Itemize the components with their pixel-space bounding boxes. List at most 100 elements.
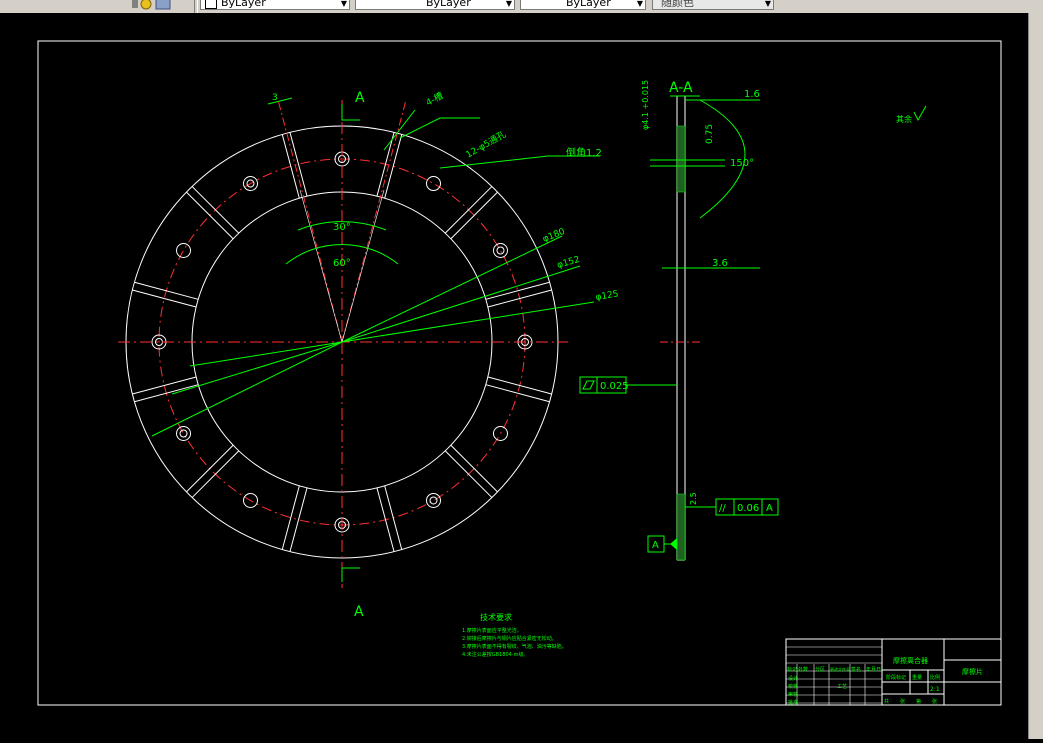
tb-row-label: 分区 xyxy=(815,666,825,673)
bolt-hole xyxy=(426,492,441,508)
slot-edge xyxy=(376,132,395,197)
plotstyle-combo[interactable]: 随颜色 ▼ xyxy=(652,0,774,10)
slot-edge xyxy=(384,134,403,199)
combo-arrow-icon xyxy=(132,0,138,8)
slot-edge xyxy=(134,384,199,403)
slot-edge xyxy=(384,485,403,550)
phi-outer-label: φ180 xyxy=(541,227,566,245)
parallel-value: 0.06 xyxy=(737,503,759,514)
toolbar-separator xyxy=(194,0,198,13)
roughness-note: 其余 xyxy=(896,114,912,124)
tb-stage-label: 阶段标记 xyxy=(886,674,906,681)
phi-mid-label: φ152 xyxy=(556,255,581,271)
drawing-canvas[interactable]: A A 30° 60° 3 4-槽 12-φ5通孔 倒角1.2 φ180 φ15… xyxy=(0,13,1043,739)
lineweight-combo[interactable]: ByLayer ▼ xyxy=(520,0,646,10)
bolt-hole xyxy=(176,243,192,258)
notes-line: 1.摩擦片表面应平整光洁。 xyxy=(462,627,522,634)
section-title: A-A xyxy=(669,80,693,96)
vertical-scrollbar[interactable] xyxy=(1028,13,1043,739)
angle-60-label: 60° xyxy=(333,258,351,269)
chevron-down-icon: ▼ xyxy=(764,0,771,8)
tb-row-label: 签名 xyxy=(851,666,861,673)
tb-side-label: 设计 xyxy=(788,675,798,682)
layer-icons-svg xyxy=(132,0,171,10)
layer-combo[interactable]: ByLayer ▼ xyxy=(200,0,350,10)
flatness-value: 0.025 xyxy=(600,381,629,392)
angle-ray xyxy=(277,99,343,343)
bolt-hole xyxy=(426,176,441,192)
bolt-hole xyxy=(492,243,508,258)
section-marker-bottom xyxy=(341,567,360,582)
slot-edge xyxy=(132,376,197,395)
bolt-hole-inner xyxy=(429,496,438,505)
tb-row-label: 更改文件号 xyxy=(830,666,850,672)
phi-inner-label: φ125 xyxy=(595,289,619,302)
angle-150-label: 150° xyxy=(730,158,754,169)
parallel-symbol-icon: // xyxy=(719,503,726,514)
section-view: A-A 1.6 3.6 φ4.1 +0.015 0.75 150° 0.025 … xyxy=(579,80,927,561)
dim-bottom-small-label: 2.5 xyxy=(689,492,698,505)
chevron-down-icon: ▼ xyxy=(505,0,512,8)
chevron-down-icon: ▼ xyxy=(636,0,643,8)
flatness-symbol-icon xyxy=(582,380,595,390)
slot-edge xyxy=(376,487,395,552)
tb-side-label: 校核 xyxy=(788,683,798,690)
linetype-combo[interactable]: ByLayer ▼ xyxy=(355,0,515,10)
slot-edge xyxy=(444,450,493,498)
tb-sheet-label: 张 xyxy=(932,698,937,705)
dim-vert-left-label: φ4.1 +0.015 xyxy=(641,80,650,130)
layer-manager-icon xyxy=(155,0,171,10)
dim-3-6-label: 3.6 xyxy=(712,258,728,269)
properties-toolbar: ByLayer ▼ ByLayer ▼ ByLayer ▼ 随颜色 ▼ xyxy=(0,0,1043,14)
section-label-bottom: A xyxy=(354,604,364,620)
dim-leader xyxy=(341,301,595,343)
tb-stage-label: 比例 xyxy=(930,674,940,681)
tb-side-label: 批准 xyxy=(788,699,798,706)
slot-edge xyxy=(281,134,300,199)
dim-leader xyxy=(189,341,343,367)
slot-edge xyxy=(487,376,552,395)
datum-label: A xyxy=(652,540,659,551)
color-swatch-icon xyxy=(205,0,217,9)
bolt-hole xyxy=(176,426,192,441)
title-block: 摩擦离合器 摩擦片 2:1 阶段标记 重量 比例 共 张 第 张 标记 处数 分… xyxy=(785,638,1002,706)
chamfer-label: 倒角1.2 xyxy=(566,147,602,159)
slot-edge xyxy=(191,186,240,234)
cad-drawing: A A 30° 60° 3 4-槽 12-φ5通孔 倒角1.2 φ180 φ15… xyxy=(37,40,1002,706)
slot-edge xyxy=(444,186,493,234)
slot-edge xyxy=(485,281,550,300)
slot-edge xyxy=(289,132,308,197)
tb-sheet-label: 第 xyxy=(916,698,921,705)
layer-combo-value: ByLayer xyxy=(221,0,266,9)
slot-edge xyxy=(450,444,498,493)
chevron-down-icon: ▼ xyxy=(340,0,347,8)
notes-line: 4.未注公差按GB1804-m级。 xyxy=(462,651,528,658)
layer-lock-icon xyxy=(140,0,152,10)
slot-edge xyxy=(134,281,199,300)
tb-part-name: 摩擦片 xyxy=(962,667,983,676)
roughness-symbol-icon xyxy=(913,105,927,122)
tb-row-label: 处数 xyxy=(798,666,808,673)
tb-company: 摩擦离合器 xyxy=(893,656,928,665)
dim-depth-label: 0.75 xyxy=(705,124,715,144)
dim-leader xyxy=(341,235,563,343)
dim-leader xyxy=(171,341,343,395)
bolt-hole-inner xyxy=(496,246,505,255)
linetype-combo-value: ByLayer xyxy=(426,0,471,9)
plotstyle-combo-value: 随颜色 xyxy=(661,0,694,9)
notes-title: 技术要求 xyxy=(480,612,512,622)
slot-edge xyxy=(186,191,234,240)
bolt-hole-inner xyxy=(179,429,188,438)
layer-state-icons[interactable] xyxy=(130,0,190,10)
slot-edge xyxy=(191,450,240,498)
parallel-datum: A xyxy=(766,503,773,514)
lining-hatch-bottom xyxy=(676,493,686,561)
tb-stage-label: 重量 xyxy=(912,674,922,681)
front-view: A A 30° 60° 3 4-槽 12-φ5通孔 倒角1.2 φ180 φ15… xyxy=(118,90,619,620)
technical-notes: 技术要求 1.摩擦片表面应平整光洁。 2.铆接后摩擦片与钢片应贴合紧密无松动。 … xyxy=(462,612,567,658)
dim-thickness-label: 1.6 xyxy=(744,89,760,100)
drawing-border xyxy=(37,40,1002,706)
lineweight-combo-value: ByLayer xyxy=(566,0,611,9)
slot-edge xyxy=(289,487,308,552)
datum-triangle-icon xyxy=(670,538,677,550)
